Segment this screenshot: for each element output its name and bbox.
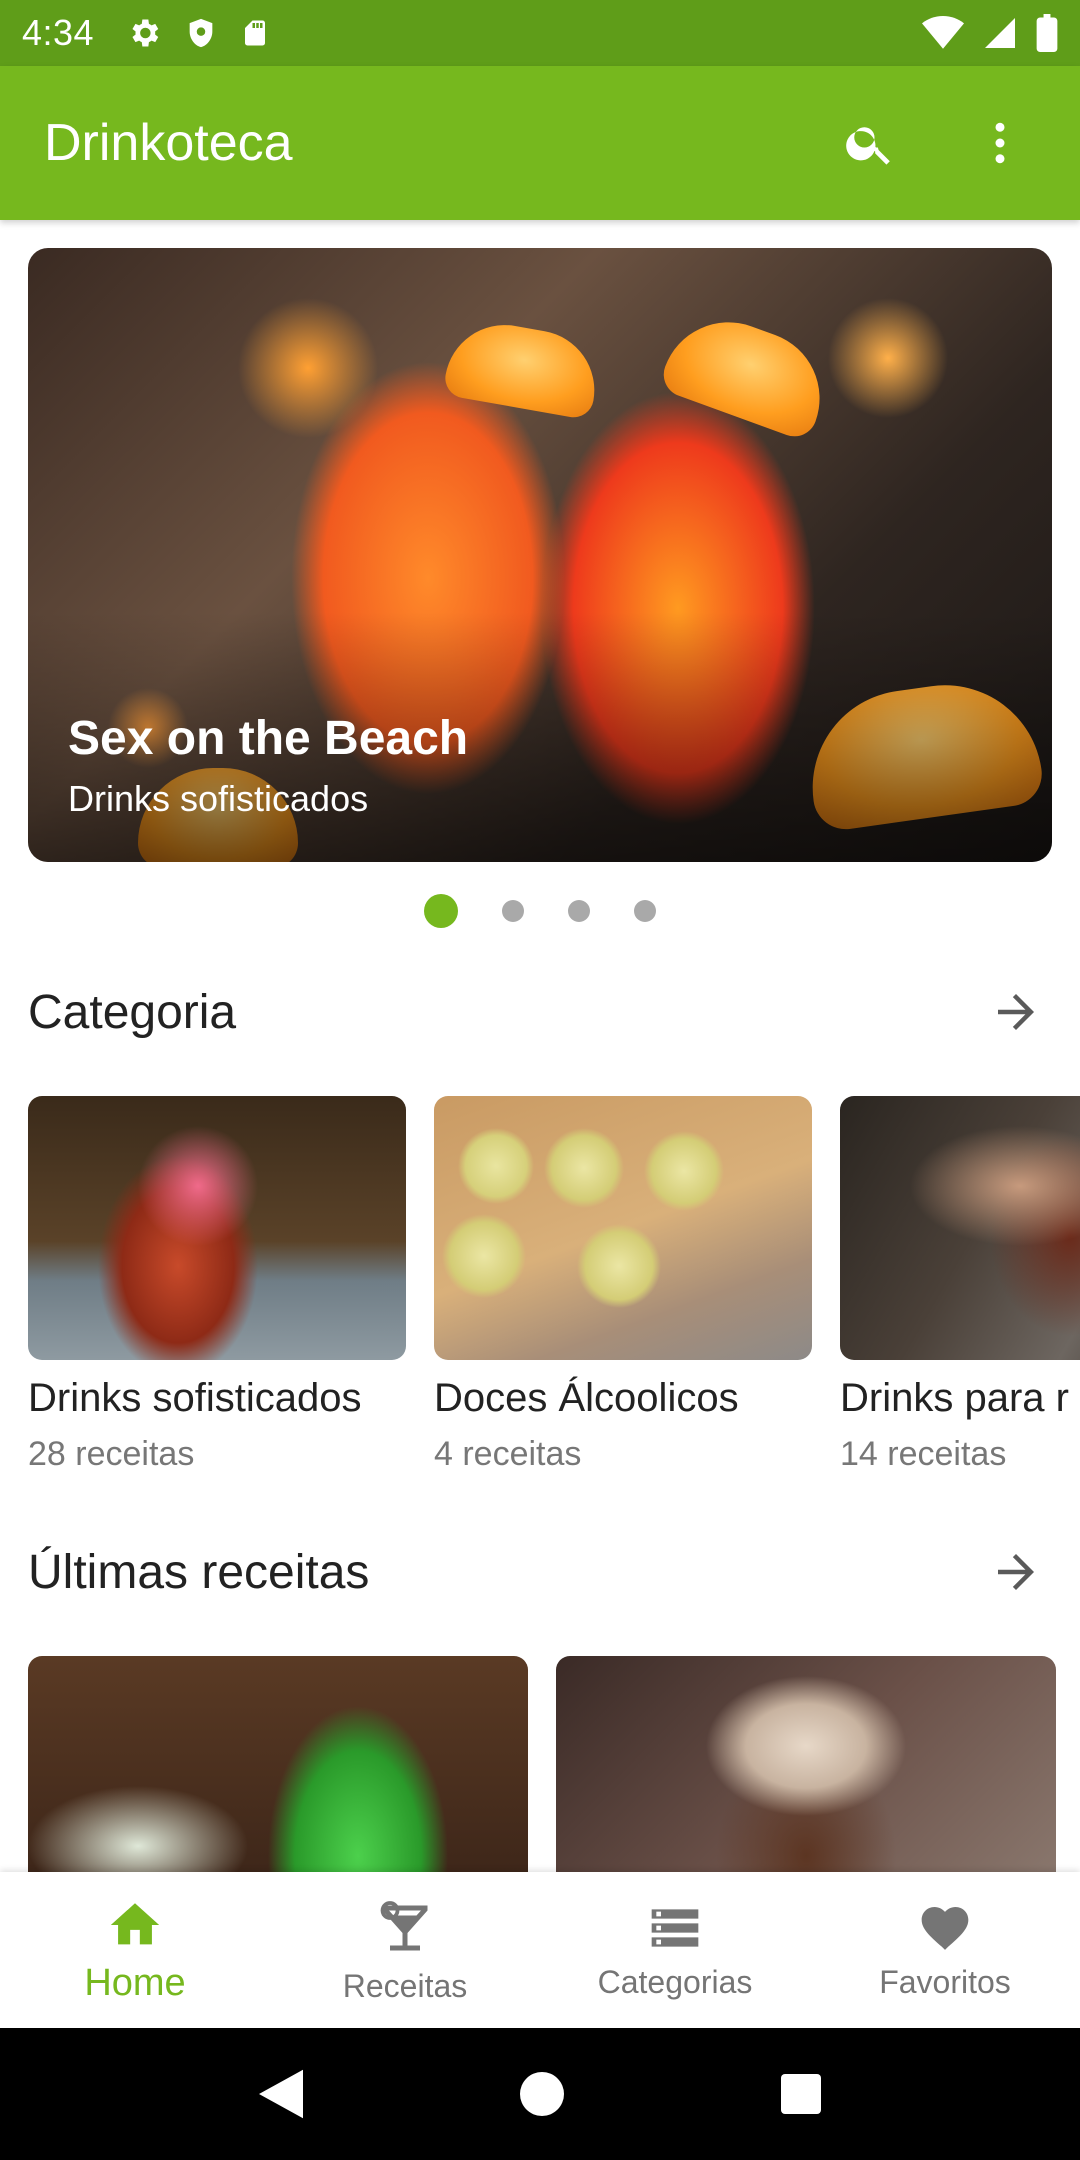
category-count: 14 receitas — [840, 1435, 1007, 1473]
cocktail-icon — [380, 1900, 428, 1950]
settings-icon — [132, 19, 159, 47]
carousel-dot[interactable] — [502, 900, 524, 922]
recipe-card[interactable] — [556, 1656, 1056, 1906]
hero-image-orange-slice — [442, 315, 604, 421]
category-name: Doces Álcoolicos — [434, 1376, 739, 1420]
hero-subtitle: Drinks sofisticados — [68, 778, 369, 819]
carousel-dot-active[interactable] — [424, 894, 458, 928]
nav-label: Receitas — [342, 1967, 468, 2004]
category-card[interactable]: Doces Álcoolicos 4 receitas — [434, 1096, 812, 1474]
category-count: 4 receitas — [434, 1435, 582, 1473]
search-button[interactable] — [834, 107, 906, 179]
carousel-indicator — [0, 894, 1080, 928]
latest-section-header: Últimas receitas — [28, 1536, 1052, 1608]
nav-item-favoritos[interactable]: Favoritos — [810, 1872, 1080, 2028]
app-bar: Drinkoteca — [0, 66, 1080, 220]
back-icon[interactable] — [258, 2069, 303, 2119]
system-navigation-bar — [0, 2028, 1080, 2160]
cell-signal-icon — [985, 18, 1015, 48]
home-icon — [110, 1902, 160, 1944]
hero-title: Sex on the Beach — [68, 712, 469, 765]
category-section-title: Categoria — [28, 985, 237, 1039]
featured-carousel-card[interactable]: Sex on the Beach Drinks sofisticados — [28, 248, 1052, 862]
arrow-forward-icon — [998, 1554, 1034, 1590]
recipe-card[interactable] — [28, 1656, 528, 1906]
app-bar-actions — [834, 107, 1036, 179]
category-count: 28 receitas — [28, 1435, 195, 1473]
category-name: Drinks sofisticados — [28, 1376, 362, 1420]
status-time: 4:34 — [22, 12, 95, 53]
search-icon — [846, 127, 890, 165]
latest-recipes-list — [28, 1656, 1056, 1906]
carousel-dot[interactable] — [568, 900, 590, 922]
hero-image-orange-slice — [657, 303, 839, 443]
screen: 4:34 Drinkoteca Sex on the Beach Drinks … — [0, 0, 1080, 2160]
status-notification-icons — [126, 15, 270, 51]
nav-label: Home — [84, 1961, 186, 2004]
app-title: Drinkoteca — [44, 114, 293, 172]
heart-icon — [921, 1906, 969, 1950]
storage-icon — [651, 1908, 699, 1947]
latest-section-title: Últimas receitas — [28, 1545, 370, 1599]
sd-card-icon — [245, 20, 266, 46]
hero-caption: Sex on the Beach Drinks sofisticados — [68, 711, 468, 820]
overflow-menu-button[interactable] — [964, 107, 1036, 179]
carousel-dot[interactable] — [634, 900, 656, 922]
status-bar: 4:34 — [0, 0, 1080, 66]
recents-icon[interactable] — [781, 2074, 822, 2114]
category-card[interactable]: Drinks sofisticados 28 receitas — [28, 1096, 406, 1474]
category-image — [434, 1096, 812, 1360]
arrow-forward-icon — [998, 994, 1034, 1030]
bottom-navigation: Home Receitas Categorias Favoritos — [0, 1872, 1080, 2028]
category-list: Drinks sofisticados 28 receitas Doces Ál… — [28, 1096, 1080, 1474]
nav-item-home[interactable]: Home — [0, 1872, 270, 2028]
nav-item-categorias[interactable]: Categorias — [540, 1872, 810, 2028]
nav-item-receitas[interactable]: Receitas — [270, 1872, 540, 2028]
wifi-icon — [922, 16, 964, 49]
category-image — [28, 1096, 406, 1360]
category-card[interactable]: Drinks para r 14 receitas — [840, 1096, 1080, 1474]
latest-see-all-button[interactable] — [980, 1536, 1052, 1608]
category-section-header: Categoria — [28, 976, 1052, 1048]
category-image — [840, 1096, 1080, 1360]
nav-label: Favoritos — [879, 1963, 1011, 2000]
home-circle-icon[interactable] — [519, 2072, 564, 2116]
battery-icon — [1036, 14, 1058, 52]
status-system-icons — [922, 14, 1058, 52]
shield-icon — [189, 18, 213, 48]
category-name: Drinks para r — [840, 1376, 1069, 1420]
category-see-all-button[interactable] — [980, 976, 1052, 1048]
nav-label: Categorias — [597, 1963, 753, 2000]
more-vert-icon — [995, 122, 1005, 164]
